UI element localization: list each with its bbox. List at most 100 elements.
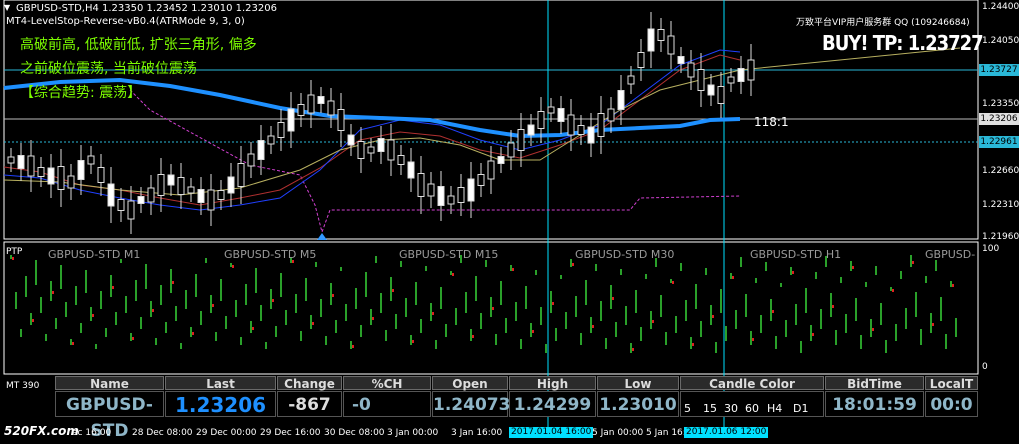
ptp-bar bbox=[220, 279, 222, 301]
ptp-bar bbox=[635, 290, 637, 313]
col-header-low[interactable]: Low bbox=[597, 376, 679, 391]
ptp-bar bbox=[545, 344, 547, 353]
ptp-bar bbox=[345, 304, 347, 321]
ptp-bar bbox=[570, 259, 572, 267]
ptp-bar bbox=[45, 334, 47, 341]
ptp-bar bbox=[215, 332, 217, 341]
col-header-change[interactable]: Change bbox=[277, 376, 342, 391]
col-header-bidtime[interactable]: BidTime bbox=[825, 376, 924, 391]
col-header-name[interactable]: Name bbox=[55, 376, 164, 391]
ptp-bar bbox=[360, 325, 362, 337]
cell-last: 1.23206 bbox=[165, 391, 276, 417]
cell-bidtime: 18:01:59 bbox=[825, 391, 924, 417]
ptp-bar bbox=[365, 272, 367, 297]
candle-body bbox=[127, 200, 135, 220]
cell-open: 1.24073 bbox=[432, 391, 510, 417]
time-axis-label: 30 Dec 08:00 bbox=[324, 428, 385, 438]
ptp-bar bbox=[605, 338, 607, 349]
time-axis-label: 3 Jan 00:00 bbox=[387, 428, 439, 438]
ptp-bar bbox=[330, 283, 332, 305]
ptp-bar-series bbox=[10, 255, 957, 353]
ptp-bar bbox=[755, 278, 757, 283]
candle-body bbox=[147, 187, 155, 203]
cell-low: 1.23010 bbox=[597, 391, 679, 417]
ptp-bar bbox=[480, 313, 482, 329]
panel-title-m5: GBPUSD-STD M5 bbox=[224, 248, 317, 261]
candle-body bbox=[327, 100, 335, 116]
ptp-bar bbox=[280, 273, 282, 297]
subwindow-label: PTP bbox=[6, 247, 23, 257]
ptp-bar bbox=[620, 269, 622, 275]
ptp-bar bbox=[475, 276, 477, 301]
ptp-bar bbox=[15, 292, 17, 309]
ptp-dot bbox=[872, 328, 874, 331]
panel-title-h4: GBPUSD- bbox=[925, 248, 976, 261]
buy-signal: BUY! TP: 1.23727 bbox=[822, 31, 984, 55]
ptp-bar bbox=[710, 305, 712, 325]
ptp-dot bbox=[852, 266, 854, 269]
ptp-bar bbox=[760, 315, 762, 333]
ptp-bar bbox=[510, 265, 512, 271]
candle-body bbox=[247, 153, 255, 167]
col-header-localt[interactable]: LocalT bbox=[925, 376, 978, 391]
candle-body bbox=[527, 124, 535, 136]
candle-body bbox=[267, 135, 275, 145]
ptp-dot bbox=[752, 338, 754, 341]
ptp-bar bbox=[70, 339, 72, 345]
ptp-bar bbox=[595, 264, 597, 271]
ptp-bar bbox=[355, 288, 357, 309]
candle-body bbox=[257, 140, 265, 160]
ptp-bar bbox=[410, 335, 412, 345]
ptp-bar bbox=[625, 306, 627, 325]
candle-body bbox=[337, 109, 345, 131]
col-header-high[interactable]: High bbox=[509, 376, 596, 391]
candle-body bbox=[367, 146, 375, 154]
col-header-open[interactable]: Open bbox=[432, 376, 508, 391]
candle-body bbox=[57, 166, 65, 190]
ptp-bar bbox=[305, 278, 307, 301]
ptp-bar bbox=[265, 342, 267, 349]
time-axis-label: 5 Jan 00:00 bbox=[592, 428, 644, 438]
ptp-dot bbox=[432, 312, 434, 315]
ptp-bar bbox=[530, 323, 532, 337]
ptp-bar bbox=[200, 311, 202, 325]
ptp-bar bbox=[880, 303, 882, 325]
ptp-bar bbox=[490, 297, 492, 317]
tf-label-15: 15 bbox=[703, 402, 717, 415]
col-header-candle-color[interactable]: Candle Color bbox=[680, 376, 824, 391]
col-header-last[interactable]: Last bbox=[165, 376, 276, 391]
ptp-bar bbox=[485, 260, 487, 267]
cell-name[interactable]: GBPUSD-STD bbox=[55, 391, 164, 441]
candle-body bbox=[697, 69, 705, 91]
ptp-bar bbox=[895, 324, 897, 341]
col-header-pch[interactable]: %CH bbox=[343, 376, 431, 391]
candle-body bbox=[187, 186, 195, 194]
ptp-bar bbox=[875, 266, 877, 275]
current-price-label: 1.23206 bbox=[980, 114, 1018, 124]
panel-title-m1: GBPUSD-STD M1 bbox=[48, 248, 141, 261]
chart-header-icon[interactable]: ▼ bbox=[4, 3, 10, 12]
candle-body bbox=[497, 156, 505, 164]
ptp-bar bbox=[160, 285, 162, 305]
ptp-dot bbox=[112, 286, 114, 289]
candle-body bbox=[437, 186, 445, 206]
ptp-bar bbox=[770, 299, 772, 321]
ptp-bar bbox=[110, 275, 112, 297]
ptp-dot bbox=[712, 315, 714, 318]
ptp-bar bbox=[650, 311, 652, 329]
ptp-bar bbox=[310, 315, 312, 329]
ptp-bar bbox=[185, 290, 187, 309]
ptp-dot bbox=[692, 343, 694, 346]
candle-body bbox=[597, 113, 605, 137]
ptp-dot bbox=[212, 304, 214, 307]
candle-body bbox=[17, 155, 25, 169]
ptp-bar bbox=[320, 299, 322, 317]
indicator-info: MT4-LevelStop-Reverse-vB0.4(ATRMode 9, 3… bbox=[6, 16, 245, 27]
ptp-bar bbox=[385, 330, 387, 341]
candle-body bbox=[487, 160, 495, 180]
ptp-bar bbox=[295, 294, 297, 313]
cell-localtime: 00:0 bbox=[925, 391, 978, 417]
candle-body bbox=[537, 111, 545, 129]
ptp-bar bbox=[145, 264, 147, 289]
candle-body bbox=[737, 68, 745, 82]
